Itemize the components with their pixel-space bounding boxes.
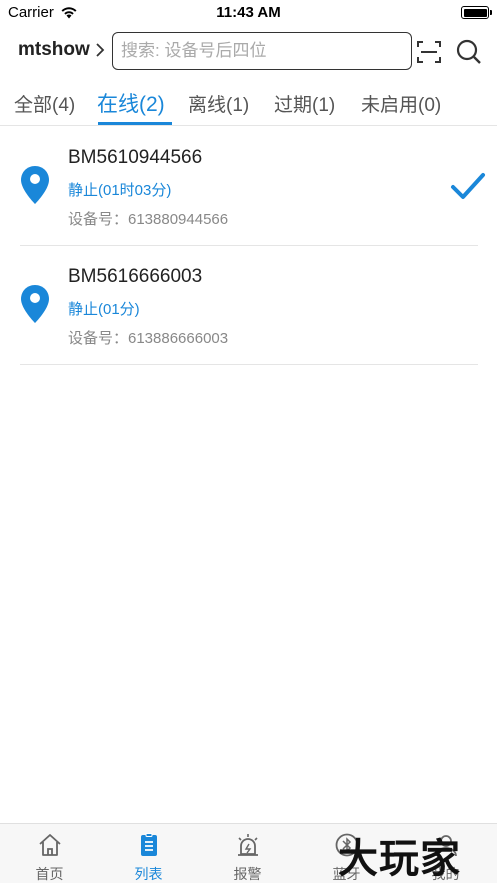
battery-icon bbox=[461, 6, 492, 19]
device-number: 设备号：613880944566 bbox=[68, 211, 229, 228]
bottom-tab-home[interactable]: 首页 bbox=[0, 824, 99, 883]
bottom-tab-label: 首页 bbox=[35, 866, 64, 882]
device-status: 静止(01分) bbox=[68, 301, 140, 318]
list-icon bbox=[141, 833, 157, 856]
carrier: Carrier bbox=[8, 4, 78, 21]
bottom-tab-alarm[interactable]: 报警 bbox=[198, 824, 297, 883]
wifi-icon bbox=[61, 7, 77, 19]
home-icon bbox=[39, 834, 61, 856]
account-name: mtshow bbox=[18, 39, 90, 60]
chevron-right-icon bbox=[96, 43, 105, 57]
active-tab-indicator bbox=[98, 122, 172, 125]
alarm-icon bbox=[238, 834, 258, 856]
device-name: BM5610944566 bbox=[68, 147, 203, 168]
checkmark-icon bbox=[451, 173, 485, 199]
filter-tabs: 全部(4) 在线(2) 离线(1) 过期(1) 未启用(0) bbox=[0, 78, 497, 126]
bottom-tab-label: 列表 bbox=[134, 866, 163, 882]
profile-icon bbox=[435, 835, 457, 857]
bottom-tab-bluetooth[interactable]: 蓝牙 bbox=[297, 824, 396, 883]
bluetooth-icon bbox=[335, 833, 359, 857]
tab-online[interactable]: 在线(2) bbox=[97, 88, 165, 118]
tab-expired[interactable]: 过期(1) bbox=[274, 90, 335, 117]
bottom-tab-bar: 首页 列表 报警 蓝牙 我的 bbox=[0, 823, 497, 883]
account-switcher[interactable]: mtshow bbox=[18, 39, 106, 61]
carrier-label: Carrier bbox=[8, 4, 54, 21]
tab-all[interactable]: 全部(4) bbox=[14, 90, 75, 117]
device-row[interactable]: BM5616666003 静止(01分) 设备号：613886666003 bbox=[20, 246, 478, 365]
location-pin-icon bbox=[21, 166, 49, 204]
search-icon[interactable] bbox=[455, 38, 483, 66]
status-bar: Carrier 11:43 AM bbox=[0, 0, 497, 26]
bottom-tab-list[interactable]: 列表 bbox=[99, 824, 198, 883]
bottom-tab-label: 报警 bbox=[233, 866, 262, 882]
device-name: BM5616666003 bbox=[68, 266, 203, 287]
bottom-tab-profile[interactable]: 我的 bbox=[396, 824, 495, 883]
search-input[interactable] bbox=[112, 32, 412, 70]
location-pin-icon bbox=[21, 285, 49, 323]
nav-bar: mtshow bbox=[0, 30, 497, 72]
device-number: 设备号：613886666003 bbox=[68, 330, 229, 347]
tab-offline[interactable]: 离线(1) bbox=[188, 90, 249, 117]
device-row[interactable]: BM5610944566 静止(01时03分) 设备号：613880944566 bbox=[20, 127, 485, 246]
scan-icon[interactable] bbox=[416, 39, 442, 65]
tab-inactive[interactable]: 未启用(0) bbox=[361, 90, 441, 117]
bottom-tab-label: 我的 bbox=[431, 866, 460, 882]
device-status: 静止(01时03分) bbox=[68, 182, 172, 199]
bottom-tab-label: 蓝牙 bbox=[332, 866, 361, 882]
